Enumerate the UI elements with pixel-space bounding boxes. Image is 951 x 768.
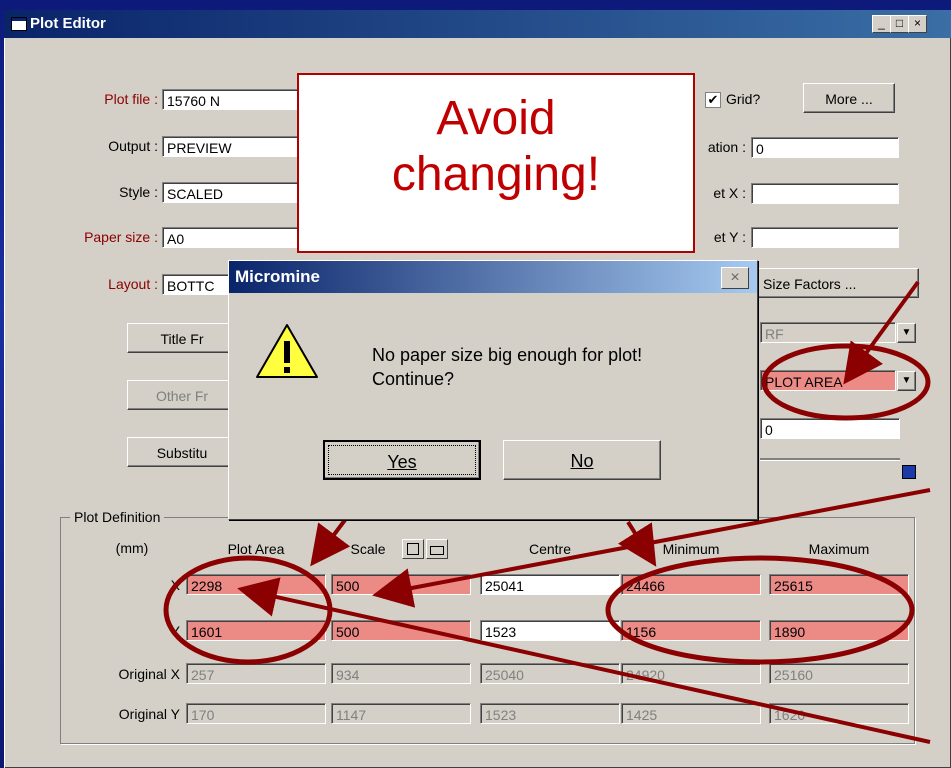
y-plot-area-field[interactable]: 1601	[186, 620, 326, 641]
layout-label: Layout :	[108, 276, 158, 292]
offset-y-label: et Y :	[713, 229, 746, 245]
output-field[interactable]: PREVIEW	[162, 136, 302, 157]
dropdown-1[interactable]: RF	[760, 322, 896, 343]
minimize-button[interactable]: _	[872, 15, 891, 33]
style-label: Style :	[119, 184, 158, 200]
dialog-message: No paper size big enough for plot! Conti…	[372, 343, 642, 391]
size-factors-button[interactable]: Size Factors ...	[754, 268, 919, 298]
plot-area-dropdown[interactable]: PLOT AREA	[760, 370, 896, 391]
callout-line-2: changing!	[391, 148, 601, 201]
callout-line-1: Avoid	[436, 92, 556, 145]
original-y-plot-area-field: 170	[186, 703, 326, 724]
plot-file-field[interactable]: 15760 N	[162, 89, 302, 110]
more-button[interactable]: More ...	[803, 83, 895, 113]
row-label-original-x: Original X	[118, 666, 180, 682]
original-y-maximum-field: 1620	[769, 703, 909, 724]
original-x-plot-area-field: 257	[186, 663, 326, 684]
original-x-scale-field: 934	[331, 663, 471, 684]
offset-x-field[interactable]	[751, 183, 899, 204]
col-maximum: Maximum	[808, 541, 870, 557]
offset-y-field[interactable]	[751, 227, 899, 248]
other-frame-button[interactable]: Other Fr	[127, 380, 237, 410]
style-field[interactable]: SCALED	[162, 182, 302, 203]
rect-scale-icon[interactable]	[426, 539, 448, 559]
square-scale-icon[interactable]	[402, 539, 424, 559]
no-button-label: No	[570, 451, 594, 471]
original-y-scale-field: 1147	[331, 703, 471, 724]
window-titlebar[interactable]: Plot Editor _ □ ×	[4, 10, 951, 38]
yes-button-label: Yes	[387, 452, 417, 472]
micromine-dialog: Micromine × No paper size big enough for…	[228, 260, 758, 520]
col-centre: Centre	[528, 541, 572, 557]
x-maximum-field[interactable]: 25615	[769, 574, 909, 595]
dialog-titlebar[interactable]: Micromine ×	[229, 261, 757, 293]
plot-definition-title: Plot Definition	[70, 509, 165, 525]
y-scale-field[interactable]: 500	[331, 620, 471, 641]
maximize-button[interactable]: □	[890, 15, 909, 33]
rotation-label: ation :	[707, 139, 746, 155]
output-label: Output :	[108, 138, 158, 154]
original-x-minimum-field: 24920	[621, 663, 761, 684]
avoid-changing-callout: Avoid changing!	[297, 73, 695, 253]
x-minimum-field[interactable]: 24466	[621, 574, 761, 595]
y-centre-field[interactable]: 1523	[480, 620, 620, 641]
grid-checkbox[interactable]: ✔	[705, 92, 721, 108]
original-x-centre-field: 25040	[480, 663, 620, 684]
x-plot-area-field[interactable]: 2298	[186, 574, 326, 595]
units-label: (mm)	[115, 540, 149, 556]
rotation-field[interactable]: 0	[751, 137, 899, 158]
original-y-centre-field: 1523	[480, 703, 620, 724]
title-frame-button[interactable]: Title Fr	[127, 323, 237, 353]
substitute-button[interactable]: Substitu	[127, 437, 237, 467]
window-title: Plot Editor	[30, 15, 106, 32]
warning-icon	[256, 324, 318, 378]
dialog-close-button[interactable]: ×	[721, 267, 749, 289]
app-icon	[11, 17, 27, 31]
right-field[interactable]: 0	[760, 418, 900, 439]
plot-area-dropdown-arrow-icon[interactable]: ▼	[897, 371, 916, 391]
y-maximum-field[interactable]: 1890	[769, 620, 909, 641]
dialog-message-line-1: No paper size big enough for plot!	[372, 345, 643, 365]
y-minimum-field[interactable]: 1156	[621, 620, 761, 641]
paper-size-field[interactable]: A0	[162, 227, 302, 248]
col-scale: Scale	[350, 541, 386, 557]
x-scale-field[interactable]: 500	[331, 574, 471, 595]
offset-x-label: et X :	[713, 185, 746, 201]
dialog-message-line-2: Continue?	[372, 369, 455, 389]
row-label-original-y: Original Y	[118, 706, 180, 722]
dropdown-1-arrow-icon[interactable]: ▼	[897, 323, 916, 343]
paper-size-label: Paper size :	[84, 229, 158, 245]
close-button[interactable]: ×	[908, 15, 927, 33]
col-minimum: Minimum	[662, 541, 720, 557]
col-plot-area: Plot Area	[227, 541, 285, 557]
row-label-y: Y	[170, 623, 180, 639]
layout-field[interactable]: BOTTC	[162, 274, 237, 295]
x-centre-field[interactable]: 25041	[480, 574, 620, 595]
row-label-x: X	[170, 577, 180, 593]
original-y-minimum-field: 1425	[621, 703, 761, 724]
color-swatch[interactable]	[902, 465, 916, 479]
yes-button[interactable]: Yes	[323, 440, 481, 480]
grid-label: Grid?	[726, 91, 761, 107]
no-button[interactable]: No	[503, 440, 661, 480]
divider	[760, 458, 900, 461]
plot-file-label: Plot file :	[104, 91, 158, 107]
original-x-maximum-field: 25160	[769, 663, 909, 684]
dialog-title: Micromine	[235, 267, 321, 286]
